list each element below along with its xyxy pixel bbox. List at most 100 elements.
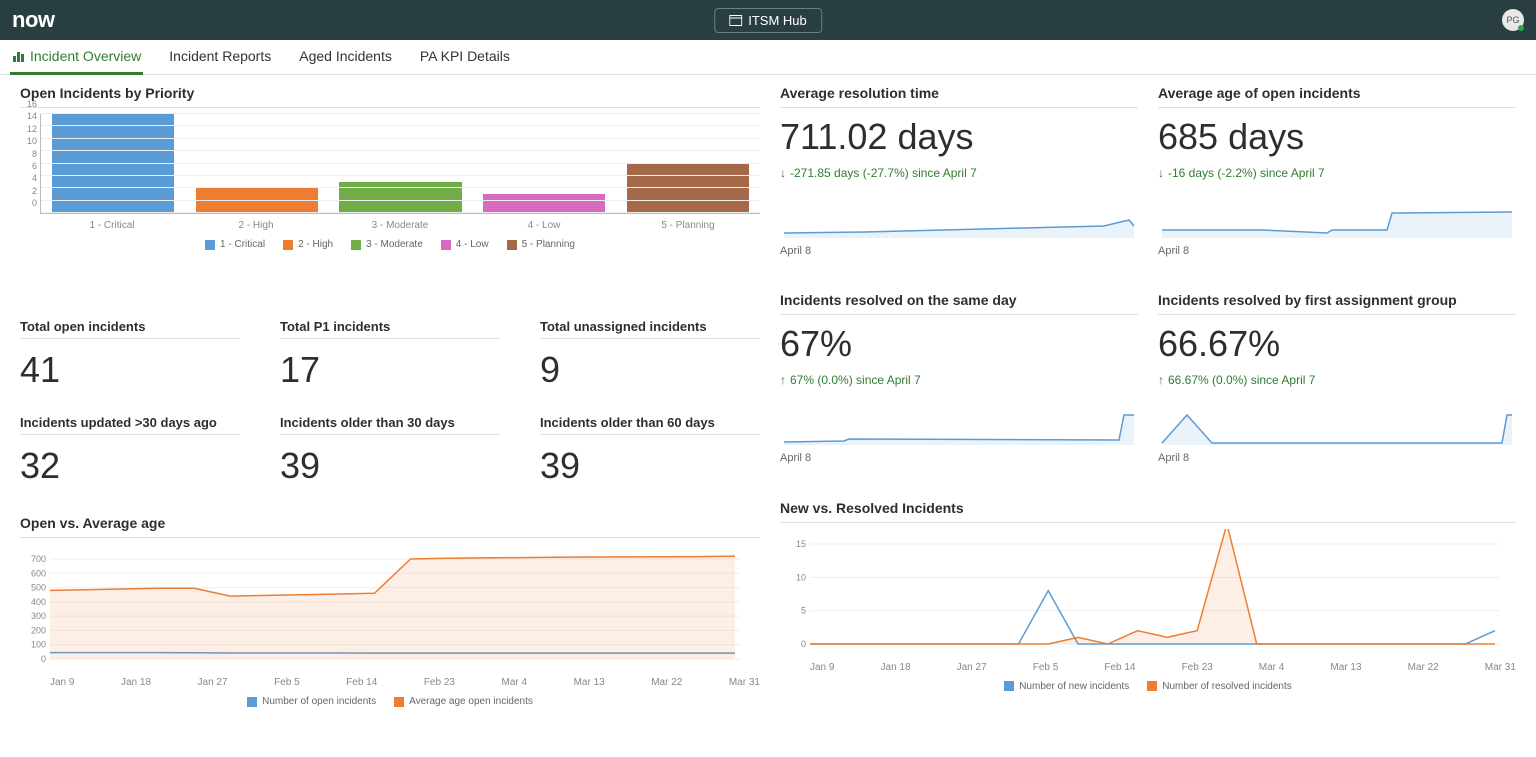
tab-label: Aged Incidents [299, 48, 392, 64]
sparkline [1158, 405, 1516, 445]
kpi-value: 685 days [1158, 116, 1516, 158]
tab-label: Incident Overview [30, 48, 141, 64]
scorecard[interactable]: Total open incidents 41 [20, 319, 240, 391]
legend-item[interactable]: Number of resolved incidents [1147, 681, 1292, 692]
kpi-title: Incidents resolved on the same day [780, 292, 1138, 315]
spark-date: April 8 [1158, 452, 1516, 464]
arrow-down-icon: ↓ [780, 166, 786, 180]
svg-text:5: 5 [801, 605, 806, 615]
svg-text:0: 0 [801, 639, 806, 649]
sparkline [780, 198, 1138, 238]
legend-item[interactable]: 5 - Planning [507, 239, 575, 250]
svg-text:200: 200 [31, 625, 46, 635]
scorecard-title: Incidents older than 60 days [540, 415, 760, 435]
app-header: now ITSM Hub PG [0, 0, 1536, 40]
tab-aged-incidents[interactable]: Aged Incidents [297, 40, 394, 74]
scorecard[interactable]: Total unassigned incidents 9 [540, 319, 760, 391]
avatar-initials: PG [1506, 15, 1519, 25]
bar-chart-icon [12, 50, 26, 62]
open-incidents-by-priority-panel: Open Incidents by Priority 0246810121416… [20, 85, 760, 279]
sparkline [780, 405, 1138, 445]
kpi-title: Average resolution time [780, 85, 1138, 108]
scorecard-value: 41 [20, 349, 240, 391]
chart-legend: Number of open incidents Average age open… [20, 696, 760, 707]
scorecard-title: Incidents updated >30 days ago [20, 415, 240, 435]
panel-title: Open Incidents by Priority [20, 85, 760, 108]
legend-item[interactable]: 3 - Moderate [351, 239, 423, 250]
left-column: Open Incidents by Priority 0246810121416… [20, 85, 760, 707]
kpi-change: ↓ -16 days (-2.2%) since April 7 [1158, 166, 1516, 180]
line-chart: 0 5 10 15 [780, 529, 1500, 659]
chart-legend: Number of new incidents Number of resolve… [780, 681, 1516, 692]
kpi-title: Average age of open incidents [1158, 85, 1516, 108]
scorecard[interactable]: Incidents older than 60 days 39 [540, 415, 760, 487]
app-logo: now [12, 7, 55, 33]
legend-item[interactable]: Average age open incidents [394, 696, 533, 707]
scorecard-value: 17 [280, 349, 500, 391]
new-vs-resolved-panel: New vs. Resolved Incidents 051015 Jan 9J… [780, 500, 1516, 707]
svg-text:500: 500 [31, 583, 46, 593]
chart-legend: 1 - Critical 2 - High 3 - Moderate 4 - Low 5… [20, 239, 760, 250]
tab-pa-kpi-details[interactable]: PA KPI Details [418, 40, 512, 74]
scorecard-grid: Total open incidents 41 Total P1 incidents… [20, 319, 760, 487]
legend-item[interactable]: 1 - Critical [205, 239, 265, 250]
scorecard[interactable]: Total P1 incidents 17 [280, 319, 500, 391]
panel-title: Open vs. Average age [20, 515, 760, 538]
spark-date: April 8 [780, 452, 1138, 464]
legend-item[interactable]: Number of open incidents [247, 696, 376, 707]
arrow-up-icon: ↑ [1158, 373, 1164, 387]
kpi-card[interactable]: Incidents resolved on the same day 67% ↑ 6… [780, 292, 1138, 479]
open-vs-age-panel: Open vs. Average age 0100200300400500600… [20, 515, 760, 707]
hub-selector-button[interactable]: ITSM Hub [714, 8, 822, 33]
window-icon [729, 15, 742, 26]
kpi-card[interactable]: Average age of open incidents 685 days ↓ -… [1158, 85, 1516, 272]
tab-bar: Incident Overview Incident Reports Aged … [0, 40, 1536, 75]
scorecard-value: 39 [280, 445, 500, 487]
right-column: Average resolution time 711.02 days ↓ -271… [780, 85, 1516, 707]
kpi-value: 711.02 days [780, 116, 1138, 158]
panel-title: New vs. Resolved Incidents [780, 500, 1516, 523]
line-chart: 0100200300400500600700 [20, 544, 740, 674]
arrow-down-icon: ↓ [1158, 166, 1164, 180]
kpi-value: 67% [780, 323, 1138, 365]
scorecard[interactable]: Incidents older than 30 days 39 [280, 415, 500, 487]
user-avatar[interactable]: PG [1502, 9, 1524, 31]
svg-text:300: 300 [31, 611, 46, 621]
svg-text:10: 10 [796, 572, 806, 582]
sparkline [1158, 198, 1516, 238]
svg-text:15: 15 [796, 539, 806, 549]
kpi-card[interactable]: Average resolution time 711.02 days ↓ -271… [780, 85, 1138, 272]
scorecard-title: Incidents older than 30 days [280, 415, 500, 435]
tab-label: Incident Reports [169, 48, 271, 64]
kpi-change: ↑ 67% (0.0%) since April 7 [780, 373, 1138, 387]
bar-chart: 0246810121416 1 - Critical2 - High3 - Mo… [20, 114, 760, 279]
kpi-value: 66.67% [1158, 323, 1516, 365]
tab-label: PA KPI Details [420, 48, 510, 64]
kpi-change: ↓ -271.85 days (-27.7%) since April 7 [780, 166, 1138, 180]
scorecard-value: 9 [540, 349, 760, 391]
legend-item[interactable]: 4 - Low [441, 239, 489, 250]
legend-item[interactable]: 2 - High [283, 239, 333, 250]
spark-date: April 8 [1158, 245, 1516, 257]
svg-text:0: 0 [41, 654, 46, 664]
scorecard-title: Total P1 incidents [280, 319, 500, 339]
dashboard-content: Open Incidents by Priority 0246810121416… [0, 75, 1536, 717]
kpi-title: Incidents resolved by first assignment g… [1158, 292, 1516, 315]
tab-incident-overview[interactable]: Incident Overview [10, 40, 143, 75]
scorecard-value: 32 [20, 445, 240, 487]
scorecard[interactable]: Incidents updated >30 days ago 32 [20, 415, 240, 487]
svg-text:600: 600 [31, 568, 46, 578]
kpi-change: ↑ 66.67% (0.0%) since April 7 [1158, 373, 1516, 387]
scorecard-title: Total open incidents [20, 319, 240, 339]
svg-text:700: 700 [31, 554, 46, 564]
chart-bar[interactable] [483, 194, 605, 213]
spark-date: April 8 [780, 245, 1138, 257]
scorecard-value: 39 [540, 445, 760, 487]
legend-item[interactable]: Number of new incidents [1004, 681, 1129, 692]
scorecard-title: Total unassigned incidents [540, 319, 760, 339]
hub-label: ITSM Hub [748, 13, 807, 28]
tab-incident-reports[interactable]: Incident Reports [167, 40, 273, 74]
kpi-card[interactable]: Incidents resolved by first assignment g… [1158, 292, 1516, 479]
arrow-up-icon: ↑ [780, 373, 786, 387]
svg-text:400: 400 [31, 597, 46, 607]
